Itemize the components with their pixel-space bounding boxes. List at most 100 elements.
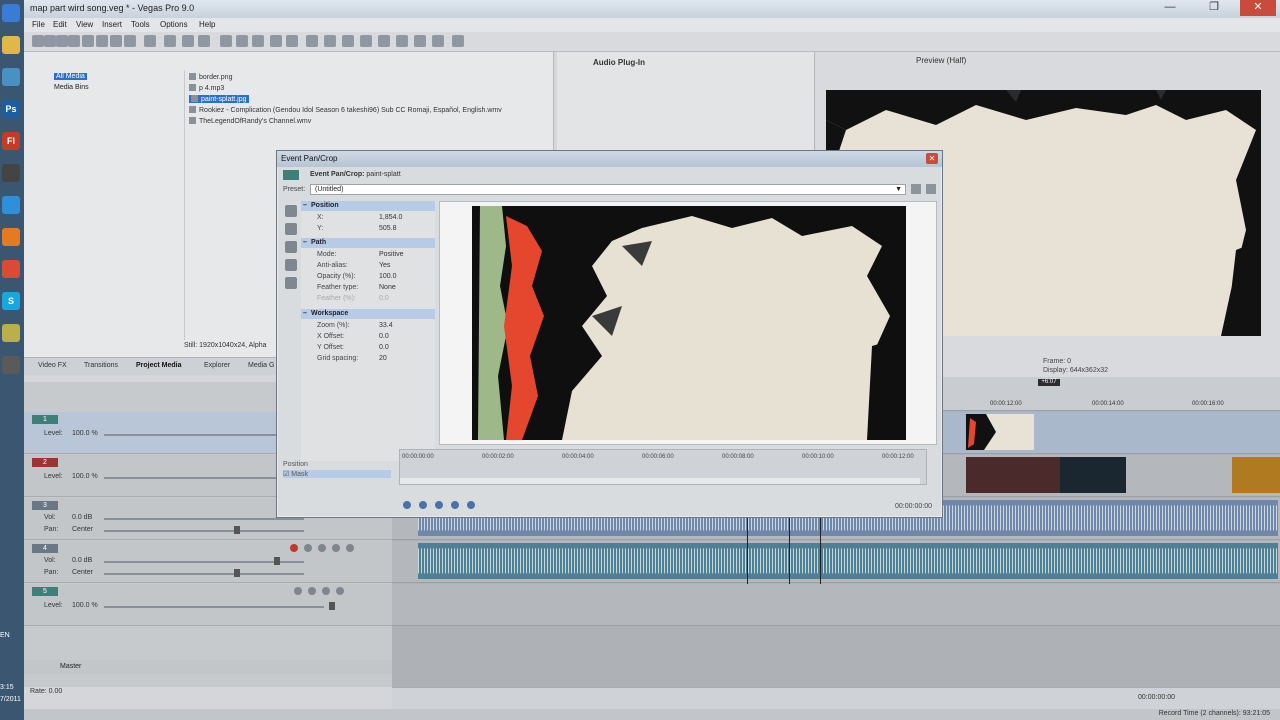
prop-y-offset[interactable]: Y Offset: 0.0 [317,344,435,353]
toolbar-button-icon[interactable] [32,35,44,47]
motion-icon[interactable] [294,587,302,595]
next-keyframe-icon[interactable] [451,501,459,509]
prop-feather-type[interactable]: Feather type: None [317,284,435,293]
photoshop-icon[interactable]: Ps [2,100,20,118]
minimize-button[interactable]: — [1152,0,1188,16]
audio-clip[interactable] [418,543,1278,579]
folder-icon[interactable] [2,36,20,54]
group-path[interactable]: Path [301,238,435,248]
prop-anti-alias[interactable]: Anti-alias: Yes [317,262,435,271]
kf-track-position[interactable]: Position [283,461,391,468]
prop-grid-spacing[interactable]: Grid spacing: 20 [317,355,435,364]
tree-node-all-media[interactable]: All Media [54,73,87,80]
solo-icon[interactable] [322,587,330,595]
media-file-selected[interactable]: paint-splatt.jpg [189,95,249,103]
pan-crop-canvas[interactable] [439,201,937,445]
tab-media-generators[interactable]: Media G [248,362,274,369]
tab-video-fx[interactable]: Video FX [38,362,67,369]
prop-x-offset[interactable]: X Offset: 0.0 [317,333,435,342]
ie-icon[interactable] [2,196,20,214]
kf-track-mask[interactable]: ☑ Mask [283,470,391,478]
toolbar-button-icon[interactable] [324,35,336,47]
skype-icon[interactable]: S [2,292,20,310]
level-knob[interactable] [329,602,335,610]
level-slider[interactable] [104,477,304,479]
first-keyframe-icon[interactable] [403,501,411,509]
record-arm-icon[interactable] [290,544,298,552]
prop-mode[interactable]: Mode: Positive [317,251,435,260]
toolbar-button-icon[interactable] [236,35,248,47]
zoom-tool-icon[interactable] [285,259,297,271]
toolbar-button-icon[interactable] [452,35,464,47]
prop-opacity[interactable]: Opacity (%): 100.0 [317,273,435,282]
toolbar-button-icon[interactable] [414,35,426,47]
last-keyframe-icon[interactable] [467,501,475,509]
toolbar-button-icon[interactable] [110,35,122,47]
preset-dropdown[interactable]: (Untitled) ▼ [310,184,906,195]
add-keyframe-icon[interactable] [435,501,443,509]
mask-checkbox[interactable]: ☑ [283,471,291,478]
menu-file[interactable]: File [32,20,45,29]
media-file[interactable]: TheLegendOfRandy's Channel.wmv [189,117,311,125]
prop-x[interactable]: X: 1,854.0 [317,214,435,223]
group-position[interactable]: Position [301,201,435,211]
toolbar-button-icon[interactable] [306,35,318,47]
toolbar-button-icon[interactable] [56,35,68,47]
dialog-close-button[interactable]: ✕ [926,153,938,164]
anchor-tool-icon[interactable] [285,223,297,235]
firefox-icon[interactable] [2,228,20,246]
tab-explorer[interactable]: Explorer [204,362,230,369]
toolbar-button-icon[interactable] [396,35,408,47]
move-tool-icon[interactable] [285,277,297,289]
toolbar-button-icon[interactable] [96,35,108,47]
toolbar-button-icon[interactable] [342,35,354,47]
pencil-icon[interactable] [2,324,20,342]
normal-edit-tool-icon[interactable] [285,205,297,217]
dialog-title-bar[interactable]: Event Pan/Crop ✕ [277,151,942,167]
automation-icon[interactable] [346,544,354,552]
pen-tool-icon[interactable] [285,241,297,253]
windows-icon[interactable] [2,4,20,22]
toolbar-button-icon[interactable] [286,35,298,47]
menu-tools[interactable]: Tools [131,20,150,29]
preview-quality-dropdown[interactable]: Preview (Half) [916,56,966,65]
media-file[interactable]: Rookiez - Complication (Gendou Idol Seas… [189,106,502,114]
menu-options[interactable]: Options [160,20,188,29]
group-workspace[interactable]: Workspace [301,309,435,319]
toolbar-button-icon[interactable] [44,35,56,47]
tree-node-media-bins[interactable]: Media Bins [54,84,89,91]
mute-icon[interactable] [304,544,312,552]
level-slider[interactable] [104,434,304,436]
toolbar-button-icon[interactable] [360,35,372,47]
keyframe-ruler[interactable]: 00:00:00:00 00:00:02:00 00:00:04:00 00:0… [399,449,927,485]
chrome-icon[interactable] [2,260,20,278]
pan-slider[interactable] [104,573,304,575]
volume-slider[interactable] [104,518,304,520]
media-icon[interactable] [2,164,20,182]
flash-icon[interactable]: Fl [2,132,20,150]
delete-preset-icon[interactable] [926,184,936,194]
volume-knob[interactable] [274,557,280,565]
close-button[interactable]: ✕ [1240,0,1276,16]
fx-icon[interactable] [336,587,344,595]
toolbar-button-icon[interactable] [144,35,156,47]
track-header-4[interactable]: 4 Vol: 0.0 dB Pan: Center [24,541,392,583]
save-preset-icon[interactable] [911,184,921,194]
video-clip[interactable] [966,457,1060,493]
media-file[interactable]: p 4.mp3 [189,84,224,92]
video-clip[interactable] [1060,457,1126,493]
menu-help[interactable]: Help [199,20,215,29]
toolbar-button-icon[interactable] [220,35,232,47]
tool-icon[interactable] [2,356,20,374]
toolbar-button-icon[interactable] [82,35,94,47]
toolbar-button-icon[interactable] [182,35,194,47]
toolbar-button-icon[interactable] [252,35,264,47]
toolbar-button-icon[interactable] [68,35,80,47]
menu-insert[interactable]: Insert [102,20,122,29]
menu-edit[interactable]: Edit [53,20,67,29]
solo-icon[interactable] [318,544,326,552]
fx-icon[interactable] [332,544,340,552]
pan-knob[interactable] [234,526,240,534]
toolbar-button-icon[interactable] [164,35,176,47]
track-header-5[interactable]: 5 Level: 100.0 % [24,584,392,626]
